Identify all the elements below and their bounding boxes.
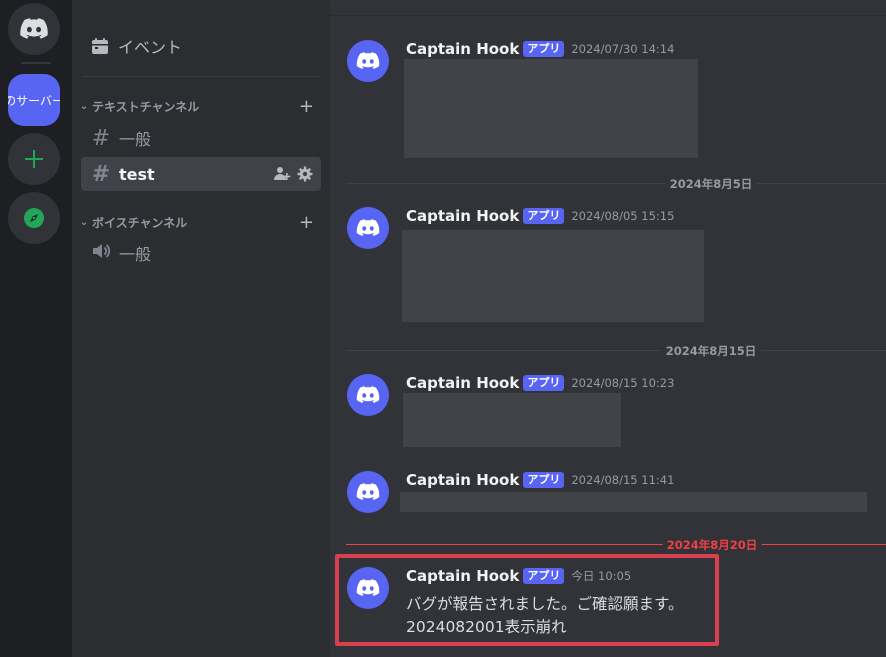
message-header: Captain Hook アプリ 2024/08/05 15:15 xyxy=(406,207,674,225)
calendar-icon xyxy=(92,38,108,54)
create-channel-plus-icon[interactable]: + xyxy=(299,212,314,233)
discord-logo-icon xyxy=(356,483,380,500)
home-button[interactable] xyxy=(8,3,60,55)
avatar[interactable] xyxy=(347,40,389,82)
events-label: イベント xyxy=(118,38,183,57)
timestamp: 2024/08/05 15:15 xyxy=(571,209,675,223)
rail-separator xyxy=(21,62,51,64)
avatar[interactable] xyxy=(347,374,389,416)
redacted-embed xyxy=(402,230,704,322)
sidebar-divider xyxy=(82,76,320,77)
date-label: 2024年8月20日 xyxy=(662,537,762,553)
compass-icon xyxy=(24,208,44,228)
create-channel-plus-icon[interactable]: + xyxy=(299,96,314,117)
channel-item-general-voice[interactable]: 一般 xyxy=(81,236,321,270)
channel-label: 一般 xyxy=(119,245,152,264)
category-voice-channels[interactable]: ⌄ ボイスチャンネル + xyxy=(78,212,314,233)
gear-icon[interactable] xyxy=(297,166,313,182)
channel-label: 一般 xyxy=(119,130,152,149)
add-member-icon[interactable] xyxy=(274,166,291,182)
hash-icon: # xyxy=(91,125,111,151)
channel-item-test[interactable]: # test xyxy=(81,157,321,191)
chevron-down-icon: ⌄ xyxy=(79,100,89,112)
channel-sidebar: イベント ⌄ テキストチャンネル + # 一般 # test ⌄ ボイスチャンネ… xyxy=(72,0,330,657)
date-separator: 2024年8月15日 xyxy=(346,343,886,359)
app-badge: アプリ xyxy=(523,375,565,391)
events-item[interactable]: イベント xyxy=(90,34,182,58)
date-label: 2024年8月15日 xyxy=(661,343,761,359)
plus-icon xyxy=(25,150,43,168)
add-server-button[interactable] xyxy=(8,133,60,185)
category-text-channels[interactable]: ⌄ テキストチャンネル + xyxy=(78,96,314,117)
discord-logo-icon xyxy=(356,386,380,403)
discord-logo-icon xyxy=(20,18,48,39)
explore-servers-button[interactable] xyxy=(8,192,60,244)
redacted-embed xyxy=(400,492,867,512)
channel-label: test xyxy=(119,164,155,184)
message-header: Captain Hook アプリ 2024/07/30 14:14 xyxy=(406,40,674,58)
redacted-embed xyxy=(404,59,698,158)
timestamp: 2024/08/15 11:41 xyxy=(571,473,675,487)
timestamp: 2024/08/15 10:23 xyxy=(571,376,675,390)
category-label: ボイスチャンネル xyxy=(92,215,188,230)
message-header: Captain Hook アプリ 2024/08/15 11:41 xyxy=(406,471,674,489)
username[interactable]: Captain Hook xyxy=(406,207,519,225)
app-badge: アプリ xyxy=(523,472,565,488)
date-separator: 2024年8月5日 xyxy=(346,176,886,192)
timestamp: 2024/07/30 14:14 xyxy=(571,42,675,56)
message-header: Captain Hook アプリ 2024/08/15 10:23 xyxy=(406,374,674,392)
avatar[interactable] xyxy=(347,471,389,513)
username[interactable]: Captain Hook xyxy=(406,374,519,392)
chevron-down-icon: ⌄ xyxy=(79,216,89,228)
username[interactable]: Captain Hook xyxy=(406,40,519,58)
server-label: のサーバー xyxy=(8,93,60,108)
discord-logo-icon xyxy=(356,52,380,69)
category-label: テキストチャンネル xyxy=(92,99,200,114)
header-divider xyxy=(330,15,886,16)
username[interactable]: Captain Hook xyxy=(406,471,519,489)
channel-item-general-text[interactable]: # 一般 xyxy=(81,121,321,155)
app-badge: アプリ xyxy=(523,208,565,224)
server-rail: のサーバー xyxy=(0,0,72,657)
avatar[interactable] xyxy=(347,207,389,249)
hash-icon: # xyxy=(91,161,111,187)
discord-logo-icon xyxy=(356,219,380,236)
app-badge: アプリ xyxy=(523,41,565,57)
speaker-icon xyxy=(91,241,111,266)
server-icon-active[interactable]: のサーバー xyxy=(8,74,60,126)
highlight-box xyxy=(335,554,719,646)
new-messages-separator: 2024年8月20日 xyxy=(346,537,886,553)
redacted-embed xyxy=(403,393,621,447)
date-label: 2024年8月5日 xyxy=(665,176,757,192)
